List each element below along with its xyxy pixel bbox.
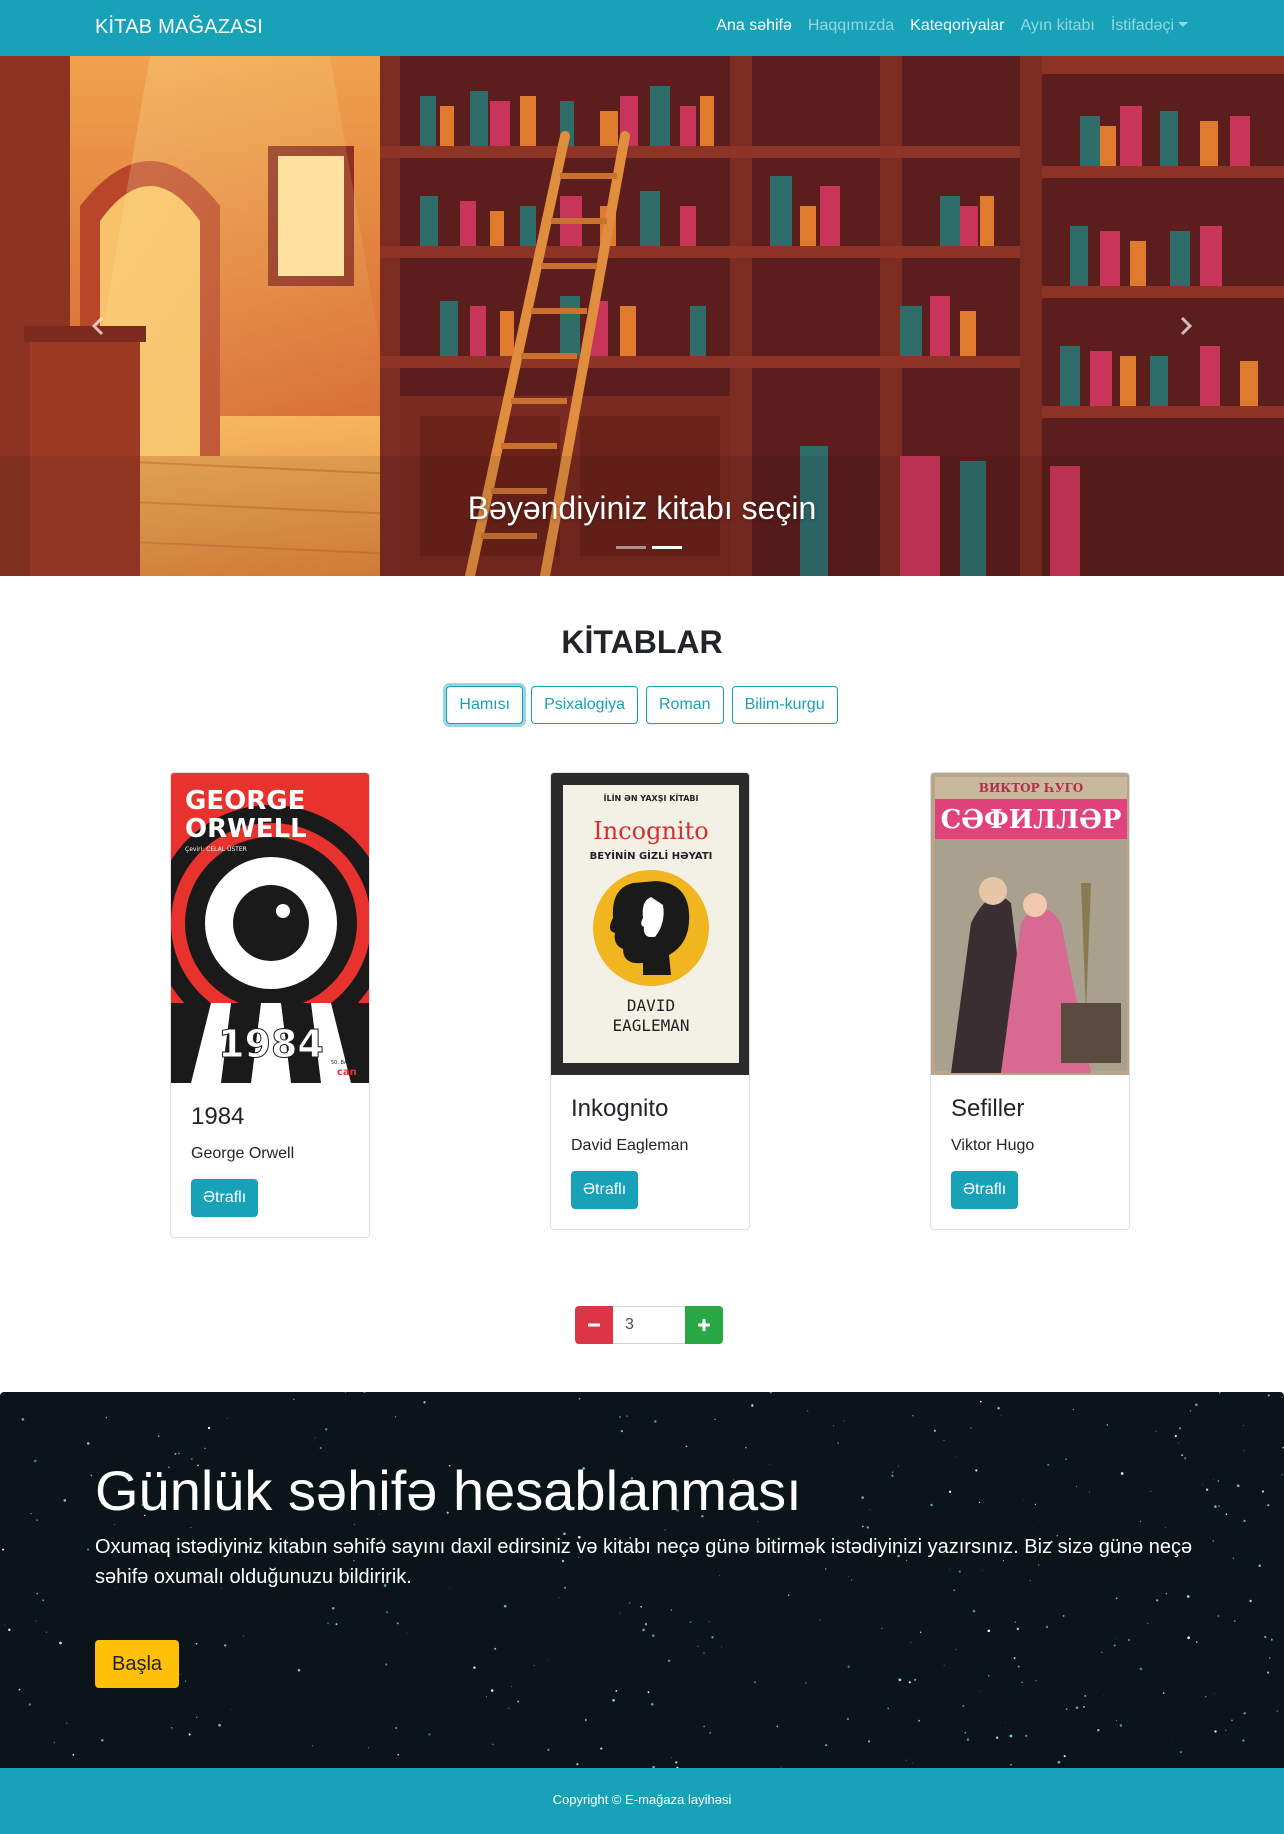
book-card: GEORGE ORWELL Çeviri: CELAL ÜSTER 1984 5… [170, 772, 370, 1238]
book-card-body: Inkognito David Eagleman Ətraflı [551, 1075, 749, 1229]
nav-link-categories[interactable]: Kateqoriyalar [902, 17, 1012, 35]
nav-link-user-label: İstifadəçi [1110, 17, 1174, 34]
cover-translator: Çeviri: CELAL ÜSTER [185, 846, 247, 853]
book-title: Inkognito [571, 1095, 669, 1122]
book-card: ВИКТОР ҺУГО СӘФИЛЛӘР Sefiller Viktor Hug… [930, 772, 1130, 1230]
book-cover-inkognito[interactable]: İLİN ƏN YAXŞI KİTABI Incognito BEYİNİN G… [551, 773, 750, 1075]
books-section-title: KİTABLAR [561, 624, 723, 660]
book-details-button[interactable]: Ətraflı [951, 1171, 1019, 1209]
carousel-indicators [616, 546, 682, 549]
copyright-text: Copyright © E-mağaza layihəsi [552, 1792, 732, 1807]
calculator-title: Günlük səhifə hesablanması [95, 1459, 802, 1522]
book-author: Viktor Hugo [951, 1137, 1035, 1154]
book-card-body: 1984 George Orwell Ətraflı [171, 1083, 369, 1237]
cover-edition: 50. BASKI [331, 1060, 355, 1066]
nav-link-about[interactable]: Haqqımızda [800, 17, 902, 35]
book-card-body: Sefiller Viktor Hugo Ətraflı [931, 1075, 1129, 1229]
carousel-indicator-1[interactable] [616, 546, 646, 549]
cover-author-line2: ORWELL [185, 814, 307, 844]
category-filters: Hamısı Psixalogiya Roman Bilim-kurgu [0, 686, 1284, 724]
book-title: Sefiller [951, 1095, 1025, 1122]
page-calculator-banner: Günlük səhifə hesablanması Oxumaq istədi… [0, 1392, 1284, 1768]
nav-link-user-dropdown[interactable]: İstifadəçi [1103, 17, 1196, 35]
book-details-button[interactable]: Ətraflı [571, 1171, 639, 1209]
filter-scifi-button[interactable]: Bilim-kurgu [731, 686, 838, 724]
nav-links: Ana səhifə Haqqımızda Kateqoriyalar Ayın… [708, 17, 1196, 35]
cover-publisher: can [337, 1067, 357, 1078]
cover-title-cyrillic: СӘФИЛЛӘР [941, 805, 1122, 835]
filter-all-button[interactable]: Hamısı [446, 686, 524, 724]
cover-author-cyrillic: ВИКТОР ҺУГО [979, 781, 1083, 795]
filter-novel-button[interactable]: Roman [646, 686, 724, 724]
carousel-indicator-2[interactable] [652, 546, 682, 549]
carousel-next-button[interactable] [1166, 306, 1206, 346]
plus-icon [698, 1319, 710, 1331]
cover-title-1984: 1984 [218, 1022, 324, 1066]
chevron-right-icon [1180, 316, 1193, 336]
book-author: David Eagleman [571, 1137, 689, 1154]
cover-title-incognito: Incognito [593, 817, 708, 845]
book-author: George Orwell [191, 1145, 295, 1162]
cover-top-text: İLİN ƏN YAXŞI KİTABI [604, 793, 699, 803]
quantity-stepper: 3 [575, 1306, 723, 1344]
book-cover-1984[interactable]: GEORGE ORWELL Çeviri: CELAL ÜSTER 1984 5… [171, 773, 370, 1083]
quantity-input[interactable]: 3 [613, 1306, 685, 1344]
cover-author-first: DAVID [627, 996, 675, 1015]
cover-author-last: EAGLEMAN [612, 1016, 689, 1035]
carousel-caption: Bəyəndiyiniz kitabı seçin [467, 490, 817, 526]
filter-psychology-button[interactable]: Psixalogiya [531, 686, 638, 724]
cover-subtitle: BEYİNİN GİZLİ HƏYATI [590, 848, 713, 862]
footer: Copyright © E-mağaza layihəsi [0, 1768, 1284, 1834]
navbar: KİTAB MAĞAZASI Ana səhifə Haqqımızda Kat… [0, 0, 1284, 56]
minus-icon [588, 1323, 600, 1327]
start-button[interactable]: Başla [95, 1640, 180, 1688]
hero-carousel: Bəyəndiyiniz kitabı seçin [0, 56, 1284, 576]
increment-button[interactable] [685, 1306, 723, 1344]
chevron-left-icon [91, 316, 104, 336]
nav-link-book-of-month[interactable]: Ayın kitabı [1012, 17, 1102, 35]
cover-author-line1: GEORGE [185, 786, 305, 816]
brand-logo[interactable]: KİTAB MAĞAZASI [95, 16, 263, 39]
book-title: 1984 [191, 1103, 245, 1130]
decrement-button[interactable] [575, 1306, 613, 1344]
nav-link-home[interactable]: Ana səhifə [708, 17, 800, 35]
carousel-prev-button[interactable] [78, 306, 118, 346]
caret-down-icon [1178, 22, 1188, 27]
calculator-description: Oxumaq istədiyiniz kitabın səhifə sayını… [95, 1536, 1193, 1588]
book-card: İLİN ƏN YAXŞI KİTABI Incognito BEYİNİN G… [550, 772, 750, 1230]
book-cover-sefiller[interactable]: ВИКТОР ҺУГО СӘФИЛЛӘР [931, 773, 1130, 1075]
book-details-button[interactable]: Ətraflı [191, 1179, 259, 1217]
